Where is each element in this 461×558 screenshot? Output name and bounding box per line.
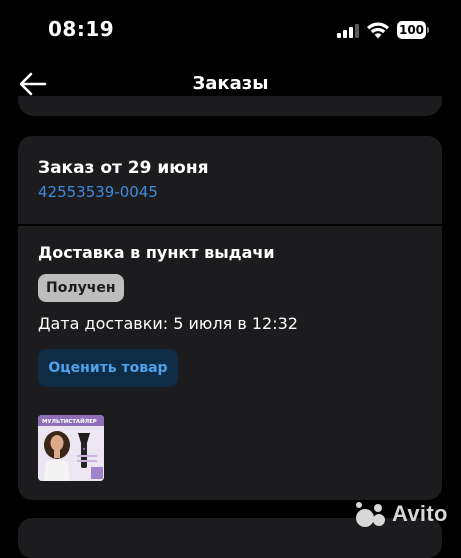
svg-text:МУЛЬТИСТАЙЛЕР: МУЛЬТИСТАЙЛЕР (42, 417, 97, 425)
delivery-type: Доставка в пункт выдачи (38, 243, 275, 262)
status-bar: 08:19 100 (0, 0, 461, 60)
status-time: 08:19 (48, 17, 115, 41)
order-title: Заказ от 29 июня (38, 158, 209, 178)
avito-logo-icon (356, 502, 385, 527)
wifi-icon (366, 21, 390, 39)
rate-product-button[interactable]: Оценить товар (38, 349, 178, 387)
product-image: МУЛЬТИСТАЙЛЕР (38, 415, 104, 481)
delivery-date: Дата доставки: 5 июля в 12:32 (38, 314, 298, 333)
card-divider (18, 224, 442, 226)
battery-level: 100 (397, 21, 426, 39)
previous-order-card[interactable] (18, 96, 442, 116)
avito-watermark-text: Avito (392, 501, 448, 526)
avito-watermark: Avito (354, 500, 454, 530)
cellular-signal-icon (337, 24, 359, 38)
status-badge: Получен (38, 274, 124, 302)
product-thumbnail[interactable]: МУЛЬТИСТАЙЛЕР (38, 415, 104, 481)
battery-icon: 100 (397, 21, 430, 39)
order-number-link[interactable]: 42553539-0045 (38, 183, 158, 201)
order-card[interactable]: Заказ от 29 июня 42553539-0045 Доставка … (18, 136, 442, 500)
page-title: Заказы (192, 73, 269, 94)
